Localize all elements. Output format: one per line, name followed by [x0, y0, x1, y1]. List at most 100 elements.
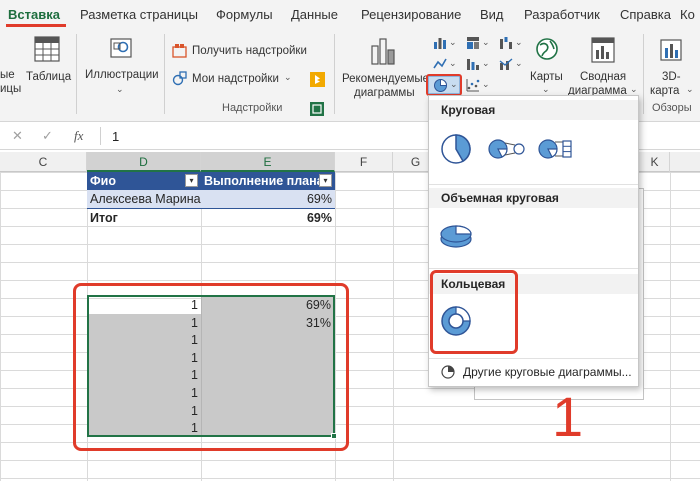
recommended-charts-label-2: диаграммы: [354, 87, 415, 99]
chevron-down-icon: ⌄: [449, 37, 457, 47]
statistic-chart-icon[interactable]: [466, 57, 480, 71]
column-header-label: D: [139, 155, 148, 169]
group-separator: [164, 34, 165, 114]
pie-3d-section-header: Объемная круговая: [429, 188, 638, 208]
chevron-down-icon: ⌄: [284, 72, 292, 82]
bar-chart-icon[interactable]: [433, 36, 447, 50]
recommended-charts-label-1: Рекомендуемые: [342, 73, 430, 85]
table-header-label: Фио: [90, 174, 116, 188]
column-header-label: K: [650, 155, 659, 169]
pie-section-header: Круговая: [429, 100, 638, 120]
dropdown-separator: [429, 268, 638, 269]
dropdown-separator: [429, 184, 638, 185]
pivot-tables-label-partial: ые: [0, 69, 15, 81]
enter-icon[interactable]: ✓: [42, 128, 53, 144]
combo-chart-icon[interactable]: [499, 57, 513, 71]
addins-group-name: Надстройки: [222, 102, 283, 114]
3d-map-button[interactable]: 3D- карта ⌄: [648, 34, 698, 98]
chevron-down-icon: ⌄: [482, 79, 490, 89]
table-label: Таблица: [26, 71, 72, 83]
column-header-e[interactable]: E: [201, 152, 335, 172]
highlight-donut-annotation: [430, 270, 518, 354]
formula-input[interactable]: 1: [112, 129, 119, 144]
column-header-d[interactable]: D: [87, 152, 201, 172]
ribbon-tabs: Вставка Разметка страницы Формулы Данные…: [0, 0, 700, 30]
pie-2d-icon[interactable]: [439, 132, 473, 166]
chevron-down-icon: ⌄: [482, 58, 490, 68]
pie-3d-icon[interactable]: [439, 220, 475, 250]
recommended-charts-icon: [371, 38, 395, 65]
3d-map-icon: [660, 39, 682, 61]
bar-of-pie-icon[interactable]: [537, 136, 577, 162]
more-pie-charts-item[interactable]: Другие круговые диаграммы...: [429, 359, 638, 385]
maps-label: Карты: [530, 71, 563, 83]
chevron-down-icon: ⌄: [686, 84, 694, 94]
illustrations-button[interactable]: Иллюстрации ⌄: [82, 34, 160, 96]
3d-map-label-2: карта: [650, 85, 680, 97]
formula-separator: [100, 127, 101, 145]
tab-formulas[interactable]: Формулы: [216, 7, 273, 22]
pie-of-pie-icon[interactable]: [487, 136, 527, 162]
line-chart-icon[interactable]: [433, 57, 447, 71]
chevron-down-icon: ⌄: [116, 84, 124, 94]
tab-developer[interactable]: Разработчик: [524, 7, 600, 22]
scatter-chart-icon[interactable]: [466, 78, 480, 92]
step-number: 1: [552, 385, 584, 448]
3d-map-label-1: 3D-: [662, 71, 681, 83]
column-header-label: F: [359, 155, 368, 169]
tab-view[interactable]: Вид: [480, 7, 504, 22]
highlight-range-annotation: [73, 283, 349, 451]
highlight-pie-button-annotation: [426, 74, 462, 96]
active-tab-underline: [6, 24, 66, 27]
pivot-chart-button[interactable]: Сводная диаграмма ⌄: [568, 34, 640, 98]
filter-dropdown-icon[interactable]: ▾: [319, 174, 332, 187]
more-pie-charts-label: Другие круговые диаграммы...: [463, 365, 632, 379]
chevron-down-icon: ⌄: [482, 37, 490, 47]
table-total-value[interactable]: 69%: [201, 208, 335, 226]
tab-help[interactable]: Справка: [620, 7, 671, 22]
excel-addin-icon[interactable]: [310, 102, 324, 116]
insert-function-icon[interactable]: fx: [74, 128, 83, 144]
chevron-down-icon: ⌄: [515, 37, 523, 47]
tab-insert[interactable]: Вставка: [8, 7, 60, 22]
bing-icon[interactable]: [310, 72, 325, 87]
column-header-k[interactable]: K: [640, 152, 670, 172]
my-addins-button[interactable]: Мои надстройки ⌄: [172, 70, 302, 88]
grid-line: [670, 172, 671, 481]
pivot-tables-label-partial-2: ицы: [0, 83, 22, 95]
table-icon: [34, 36, 60, 62]
table-header-name[interactable]: Фио ▾: [87, 172, 201, 190]
waterfall-chart-icon[interactable]: [499, 36, 513, 50]
tab-page-layout[interactable]: Разметка страницы: [80, 7, 198, 22]
column-header-f[interactable]: F: [335, 152, 393, 172]
tab-data[interactable]: Данные: [291, 7, 338, 22]
group-separator: [334, 34, 335, 114]
chevron-down-icon: ⌄: [449, 58, 457, 68]
chevron-down-icon: ⌄: [515, 58, 523, 68]
filter-dropdown-icon[interactable]: ▾: [185, 174, 198, 187]
table-cell-value[interactable]: 69%: [201, 190, 335, 208]
grid-line: [393, 172, 394, 481]
hierarchy-chart-icon[interactable]: [466, 36, 480, 50]
column-header-label: G: [410, 155, 421, 169]
table-total-label[interactable]: Итог: [87, 208, 201, 226]
table-header-plan[interactable]: Выполнение плана ▾: [201, 172, 335, 190]
tab-more[interactable]: Ко: [680, 7, 695, 22]
pivot-chart-label-1: Сводная: [580, 71, 627, 83]
table-button[interactable]: Таблица: [24, 34, 72, 92]
maps-button[interactable]: Карты ⌄: [526, 34, 568, 98]
column-header-label: E: [263, 155, 272, 169]
group-separator: [76, 34, 77, 114]
recommended-charts-button[interactable]: Рекомендуемые диаграммы: [340, 34, 429, 99]
pie-small-icon: [441, 365, 455, 379]
cancel-icon[interactable]: ✕: [12, 128, 23, 144]
group-separator: [643, 34, 644, 114]
table-cell-name[interactable]: Алексеева Марина: [87, 190, 201, 208]
store-icon: [172, 44, 187, 58]
get-addins-button[interactable]: Получить надстройки: [172, 42, 332, 60]
my-addins-label: Мои надстройки: [192, 73, 279, 85]
column-header-c[interactable]: C: [0, 152, 87, 172]
table-header-label: Выполнение плана: [204, 174, 324, 188]
tab-review[interactable]: Рецензирование: [361, 7, 461, 22]
addins-icon: [172, 71, 187, 86]
